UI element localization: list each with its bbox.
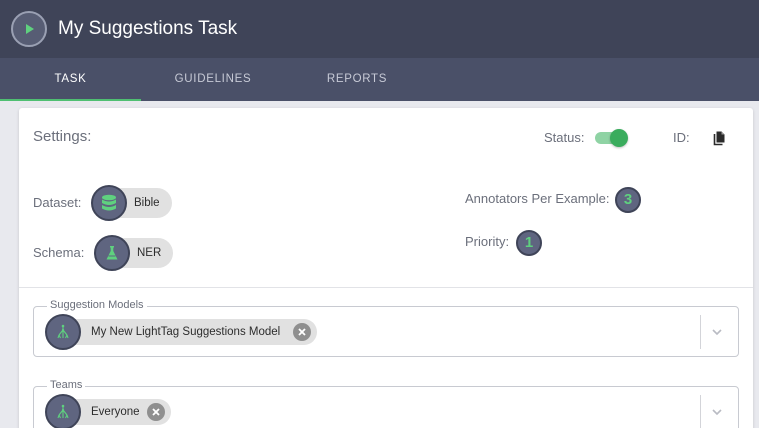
schema-chip[interactable]: NER: [94, 235, 173, 271]
teams-select[interactable]: Teams Everyone: [33, 379, 739, 428]
team-avatar: [45, 394, 81, 428]
suggestion-model-chip[interactable]: My New LightTag Suggestions Model: [45, 314, 317, 350]
schema-label: Schema:: [33, 245, 85, 260]
play-button[interactable]: [11, 11, 47, 47]
select-separator: [700, 395, 701, 428]
copy-icon[interactable]: [711, 130, 727, 146]
tab-bar: TASK GUIDELINES REPORTS: [0, 58, 759, 101]
suggestion-models-legend: Suggestion Models: [47, 299, 147, 312]
team-name: Everyone: [91, 406, 140, 418]
status-toggle[interactable]: [595, 129, 628, 147]
tab-task[interactable]: TASK: [0, 58, 141, 101]
select-separator: [700, 315, 701, 349]
divider: [19, 287, 753, 288]
dataset-chip[interactable]: Bible: [91, 185, 172, 221]
close-circle-icon[interactable]: [147, 403, 165, 421]
annotators-label: Annotators Per Example:: [465, 191, 610, 206]
dataset-value: Bible: [134, 197, 160, 209]
dataset-label: Dataset:: [33, 195, 82, 210]
play-icon: [26, 24, 34, 34]
chevron-down-icon[interactable]: [710, 405, 724, 419]
schema-value: NER: [137, 247, 162, 259]
toggle-knob: [610, 129, 628, 147]
priority-label: Priority:: [465, 234, 510, 249]
teams-legend: Teams: [47, 379, 86, 392]
id-label: ID:: [673, 130, 690, 145]
dataset-avatar: [91, 185, 127, 221]
chevron-down-icon[interactable]: [710, 325, 724, 339]
schema-avatar: [94, 235, 130, 271]
network-icon: [57, 404, 69, 419]
annotators-badge[interactable]: 3: [615, 187, 641, 213]
tab-guidelines[interactable]: GUIDELINES: [141, 58, 285, 101]
network-icon: [57, 324, 69, 339]
database-icon: [102, 194, 116, 211]
priority-badge[interactable]: 1: [516, 230, 542, 256]
page-title: My Suggestions Task: [58, 18, 238, 39]
team-chip[interactable]: Everyone: [45, 394, 171, 428]
flask-icon: [106, 246, 118, 260]
status-label: Status:: [544, 130, 585, 145]
app-header: My Suggestions Task: [0, 0, 759, 58]
task-settings-card: Settings: Status: ID: Dataset: Bible Sch…: [19, 108, 753, 428]
close-circle-icon[interactable]: [293, 323, 311, 341]
tab-reports[interactable]: REPORTS: [285, 58, 429, 101]
model-avatar: [45, 314, 81, 350]
suggestion-models-select[interactable]: Suggestion Models My New LightTag Sugges…: [33, 299, 739, 357]
suggestion-model-name: My New LightTag Suggestions Model: [91, 326, 281, 338]
settings-heading: Settings:: [33, 128, 92, 145]
